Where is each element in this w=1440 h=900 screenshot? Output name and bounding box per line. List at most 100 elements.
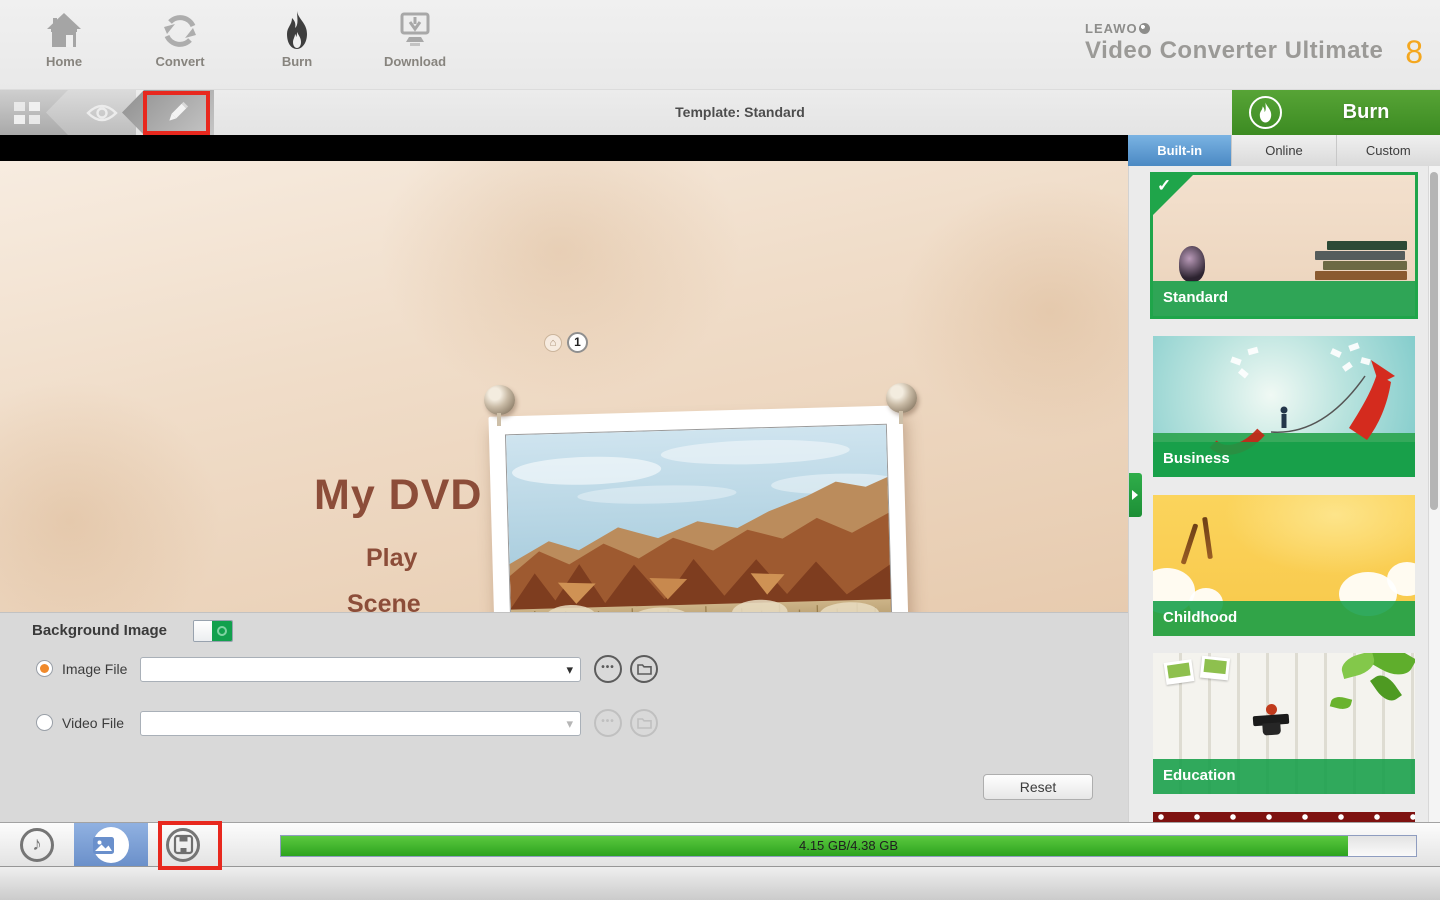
tab-online[interactable]: Online <box>1232 135 1337 166</box>
template-status-label: Template: Standard <box>675 104 805 120</box>
background-image-label: Background Image <box>32 622 168 639</box>
tab-built-in[interactable]: Built-in <box>1128 135 1233 166</box>
background-settings-button[interactable] <box>74 823 148 866</box>
polaroid-art <box>1163 659 1195 685</box>
toggle-off-half <box>194 621 214 641</box>
disc-capacity-bar: 4.15 GB/4.38 GB <box>280 835 1417 857</box>
music-settings-button[interactable]: ♪ <box>20 828 54 862</box>
lamp-decoration <box>68 589 263 612</box>
damask-ornament <box>0 381 220 612</box>
thumb-books-art <box>1315 241 1407 281</box>
reset-button[interactable]: Reset <box>983 774 1093 800</box>
burn-button-label: Burn <box>1342 101 1390 123</box>
background-settings-panel: Background Image Image File ▾ ••• Video … <box>0 612 1128 822</box>
radio-selected-dot <box>40 664 49 673</box>
image-file-radio[interactable] <box>36 660 53 677</box>
highlight-box-disc <box>158 821 222 870</box>
burn-flame-icon <box>277 10 317 52</box>
video-file-radio[interactable] <box>36 714 53 731</box>
chevron-down-icon[interactable]: ▾ <box>566 662 573 678</box>
nav-burn-label: Burn <box>281 54 313 69</box>
toggle-ring-icon <box>217 626 227 636</box>
highlight-box-edit <box>143 91 210 135</box>
image-file-combobox[interactable]: ▾ <box>140 657 581 682</box>
video-file-more-button: ••• <box>594 709 622 737</box>
eye-icon <box>86 103 118 123</box>
thumb-lamp-art <box>1179 246 1205 282</box>
polaroid-art <box>1199 655 1231 681</box>
template-partial[interactable] <box>1153 812 1415 822</box>
damask-ornament <box>900 181 1128 441</box>
burn-action-button[interactable]: Burn <box>1232 90 1440 135</box>
background-image-toggle[interactable] <box>193 620 233 642</box>
template-name-banner: Business <box>1153 442 1415 477</box>
window-footer <box>0 867 1440 900</box>
chevron-down-icon: ▾ <box>566 716 573 731</box>
sidebar-scrollbar[interactable] <box>1428 166 1440 822</box>
template-name-banner: Education <box>1153 759 1415 794</box>
convert-icon <box>160 10 200 52</box>
graduation-cap-art <box>1252 713 1290 727</box>
tab-custom[interactable]: Custom <box>1336 135 1440 166</box>
template-childhood[interactable]: Childhood <box>1153 495 1415 636</box>
video-file-browse-button <box>630 709 658 737</box>
brand-mark-icon <box>1138 23 1150 35</box>
nav-convert-label: Convert <box>155 54 205 69</box>
capacity-text: 4.15 GB/4.38 GB <box>798 838 898 853</box>
template-name-banner: Childhood <box>1153 601 1415 636</box>
collapse-panel-tab[interactable] <box>1129 473 1142 517</box>
nav-burn[interactable]: Burn <box>252 10 342 69</box>
apple-art <box>1266 704 1277 715</box>
letterbox-strip <box>0 135 1128 161</box>
download-icon <box>395 10 435 52</box>
version-numeral: 8 <box>1405 34 1423 70</box>
dvd-menu-preview: ⌂ 1 My DVD Play Scene <box>0 161 1128 612</box>
app-logo: LEAWO Video Converter Ultimate 8 <box>1085 20 1423 70</box>
thumb-stick-art <box>1202 516 1213 560</box>
app-window: Home Convert Burn Download LEAWO Video C… <box>0 0 1440 900</box>
nav-download[interactable]: Download <box>370 10 460 69</box>
image-icon-circle <box>93 827 129 863</box>
home-badge-icon: ⌂ <box>549 337 557 349</box>
image-file-browse-button[interactable] <box>630 655 658 683</box>
check-icon: ✓ <box>1157 176 1172 195</box>
product-title: Video Converter Ultimate <box>1085 37 1384 64</box>
thumb-stick-art <box>1180 523 1199 565</box>
toggle-on-half <box>212 621 232 641</box>
grid-icon <box>14 101 40 124</box>
menu-item-scene[interactable]: Scene <box>347 590 421 612</box>
folder-icon <box>636 664 652 675</box>
leaf-art <box>1338 653 1378 680</box>
template-name-banner: Standard <box>1153 281 1415 316</box>
template-standard[interactable]: ✓ Standard <box>1150 172 1418 319</box>
brand-text: LEAWO <box>1085 21 1138 36</box>
image-file-more-button[interactable]: ••• <box>594 655 622 683</box>
menu-page-badge[interactable]: 1 <box>567 332 588 353</box>
music-note-icon: ♪ <box>32 834 42 855</box>
edit-toolbar: Template: Standard Burn <box>0 90 1440 135</box>
damask-ornament <box>380 161 740 401</box>
dvd-menu-title[interactable]: My DVD <box>314 471 482 520</box>
image-icon <box>93 837 114 854</box>
template-business[interactable]: Business <box>1153 336 1415 477</box>
template-education[interactable]: Education <box>1153 653 1415 794</box>
burn-ring-flame-icon <box>1249 96 1282 129</box>
push-pin-right <box>886 383 917 424</box>
nav-download-label: Download <box>383 54 447 69</box>
top-toolbar: Home Convert Burn Download LEAWO Video C… <box>0 0 1440 90</box>
image-file-label: Image File <box>62 661 128 677</box>
nav-convert[interactable]: Convert <box>135 10 225 69</box>
leaf-art <box>1370 670 1402 706</box>
folder-icon <box>636 718 652 729</box>
menu-item-play[interactable]: Play <box>366 544 417 573</box>
leaf-art <box>1329 694 1353 712</box>
template-source-tabs: Built-in Online Custom <box>1128 135 1440 166</box>
nav-home-label: Home <box>45 54 83 69</box>
video-file-label: Video File <box>62 715 125 731</box>
menu-home-badge[interactable]: ⌂ <box>544 334 562 352</box>
video-thumbnail-photo <box>504 423 893 612</box>
video-file-combobox[interactable]: ▾ <box>140 711 581 736</box>
scrollbar-thumb[interactable] <box>1430 172 1438 510</box>
photo-frame[interactable] <box>488 405 910 612</box>
nav-home[interactable]: Home <box>19 10 109 69</box>
